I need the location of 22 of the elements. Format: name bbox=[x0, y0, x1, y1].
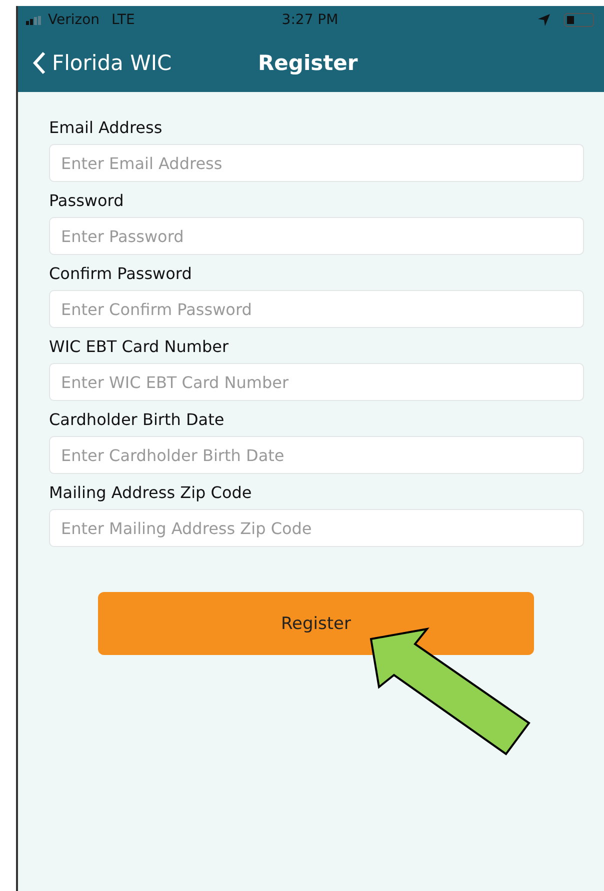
input-field[interactable]: Enter Mailing Address Zip Code bbox=[49, 509, 584, 547]
signal-icon bbox=[26, 16, 44, 24]
input-field[interactable]: Enter WIC EBT Card Number bbox=[49, 363, 584, 401]
input-field[interactable]: Enter Cardholder Birth Date bbox=[49, 436, 584, 474]
field-label: Password bbox=[49, 191, 125, 211]
back-button[interactable]: Florida WIC bbox=[18, 51, 258, 75]
field-label: Confirm Password bbox=[49, 264, 193, 284]
field-label: WIC EBT Card Number bbox=[49, 337, 230, 357]
location-arrow-icon bbox=[538, 14, 550, 26]
chevron-left-icon bbox=[32, 51, 46, 75]
carrier-text: Verizon bbox=[48, 12, 100, 28]
input-field[interactable]: Enter Password bbox=[49, 217, 584, 255]
input-field[interactable]: Enter Confirm Password bbox=[49, 290, 584, 328]
screen-title: Register bbox=[258, 51, 358, 75]
time-text: 3:27 PM bbox=[282, 12, 338, 28]
field-label: Cardholder Birth Date bbox=[49, 410, 226, 430]
input-field[interactable]: Enter Email Address bbox=[49, 144, 584, 182]
register-button[interactable]: Register bbox=[98, 592, 534, 655]
battery-icon bbox=[564, 13, 594, 27]
field-label: Email Address bbox=[49, 118, 164, 138]
field-label: Mailing Address Zip Code bbox=[49, 483, 253, 503]
network-text: LTE bbox=[112, 12, 135, 28]
